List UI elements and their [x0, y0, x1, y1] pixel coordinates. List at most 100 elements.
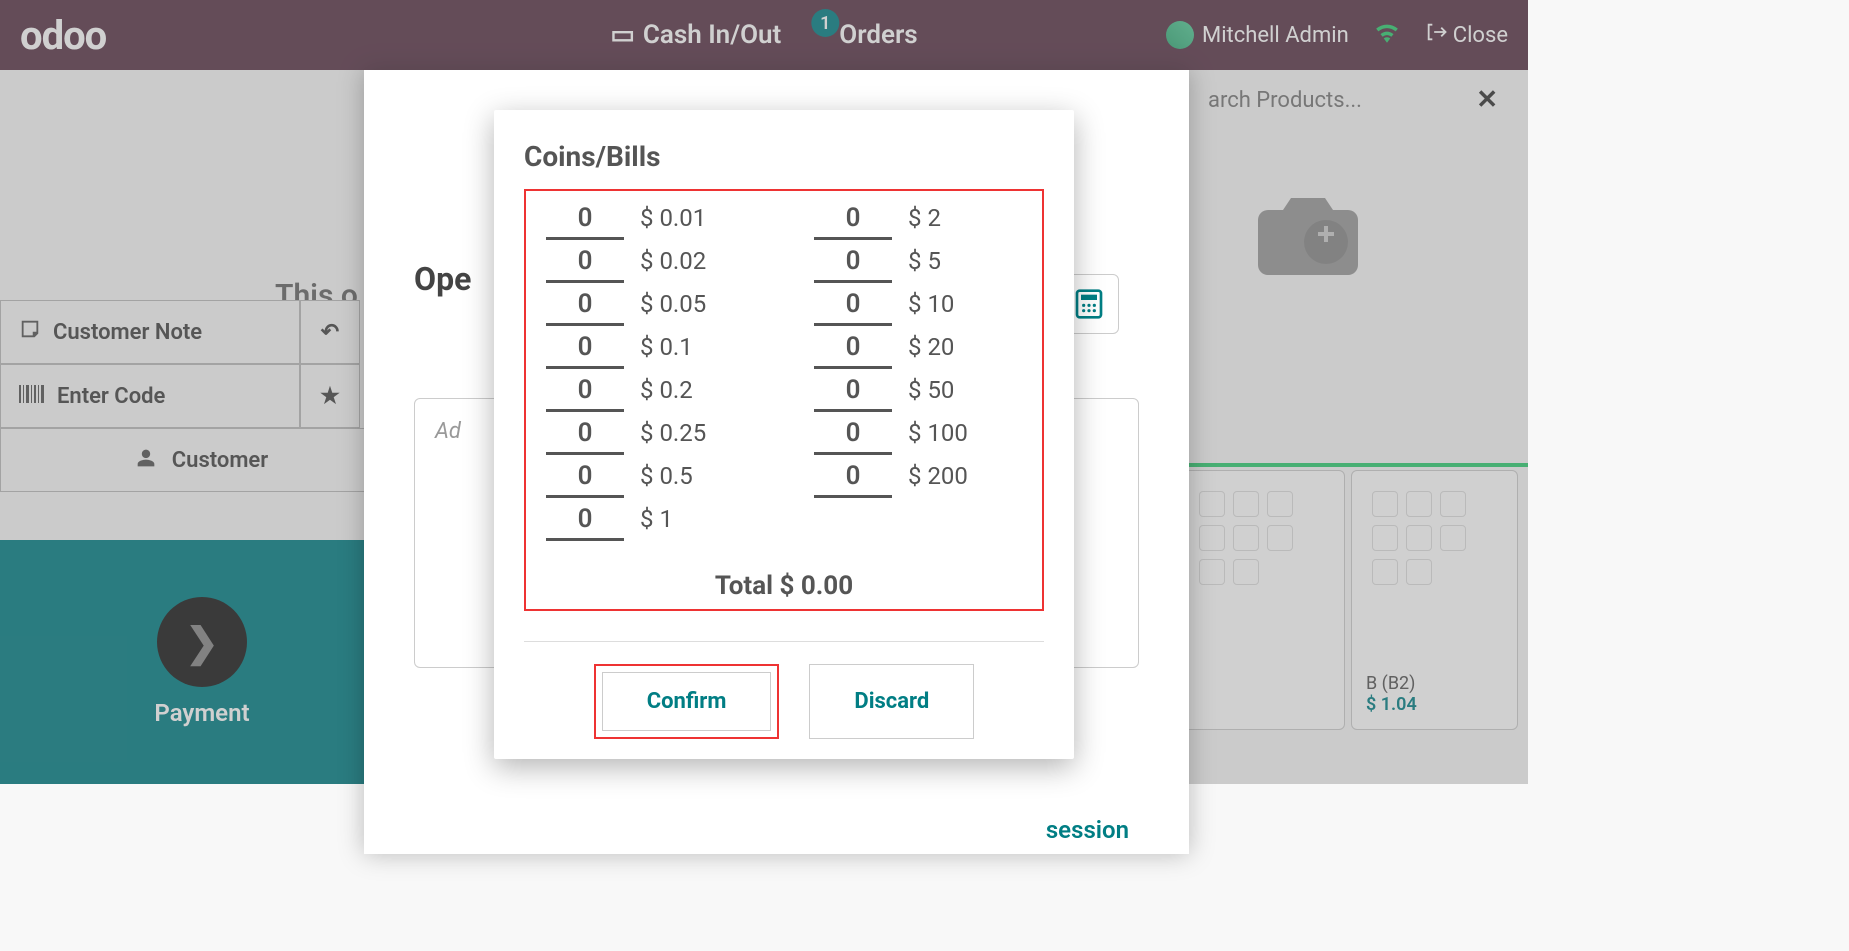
coin-count-input[interactable] — [814, 289, 892, 326]
cash-icon: ▭ — [610, 20, 635, 50]
refund-button[interactable]: ↶ — [300, 300, 360, 364]
coin-denomination-label: $ 0.25 — [640, 419, 706, 447]
coin-denomination-label: $ 0.01 — [640, 204, 706, 232]
navbar-center: ▭ Cash In/Out 1 Orders — [610, 20, 917, 50]
camera-plus-icon — [1248, 170, 1388, 290]
top-navbar: odoo ▭ Cash In/Out 1 Orders Mitchell Adm… — [0, 0, 1528, 70]
coin-denomination-label: $ 0.2 — [640, 376, 693, 404]
total-label: Total $ 0.00 — [546, 571, 1022, 601]
refund-icon: ↶ — [321, 320, 339, 345]
coin-count-input[interactable] — [814, 203, 892, 240]
coins-bills-title: Coins/Bills — [524, 140, 1044, 173]
customer-button[interactable]: Customer — [0, 428, 404, 492]
coin-count-input[interactable] — [546, 289, 624, 326]
orders-nav[interactable]: 1 Orders — [811, 20, 917, 50]
barcode-icon — [19, 384, 45, 409]
coin-denomination-label: $ 0.02 — [640, 247, 706, 275]
customer-label: Customer — [172, 448, 268, 473]
coin-denomination-label: $ 0.05 — [640, 290, 706, 318]
cash-in-out-nav[interactable]: ▭ Cash In/Out — [610, 20, 781, 50]
coin-row: $ 0.01 — [546, 203, 754, 240]
coin-row: $ 0.05 — [546, 289, 754, 326]
close-button[interactable]: Close — [1425, 21, 1508, 49]
coin-count-input[interactable] — [546, 375, 624, 412]
payment-label: Payment — [154, 699, 249, 727]
coin-count-input[interactable] — [814, 375, 892, 412]
close-icon — [1425, 21, 1447, 49]
product-card-a[interactable] — [1178, 470, 1345, 730]
highlight-box-denominations: $ 0.01 $ 0.02 $ 0.05 $ 0.1 $ 0.2 $ 0.25 $ 0.5 $… — [524, 189, 1044, 611]
product-card-b[interactable]: B (B2) $ 1.04 — [1351, 470, 1518, 730]
coin-row: $ 0.1 — [546, 332, 754, 369]
coin-count-input[interactable] — [546, 461, 624, 498]
coin-row: $ 20 — [814, 332, 1022, 369]
confirm-button[interactable]: Confirm — [602, 672, 772, 731]
coin-row: $ 0.25 — [546, 418, 754, 455]
coin-count-input[interactable] — [546, 504, 624, 541]
coin-count-input[interactable] — [814, 246, 892, 283]
note-placeholder: Ad — [435, 419, 461, 444]
cash-label: Cash In/Out — [643, 20, 781, 50]
coin-row: $ 0.2 — [546, 375, 754, 412]
user-name: Mitchell Admin — [1202, 23, 1349, 48]
product-b-price: $ 1.04 — [1366, 694, 1417, 715]
coin-denomination-label: $ 20 — [908, 333, 954, 361]
payment-button[interactable]: ❯ Payment — [0, 540, 404, 784]
accent-line — [1188, 463, 1528, 467]
highlight-box-confirm: Confirm — [594, 664, 780, 739]
coin-denomination-label: $ 200 — [908, 462, 968, 490]
coin-denomination-label: $ 100 — [908, 419, 968, 447]
coin-row: $ 1 — [546, 504, 754, 541]
customer-note-label: Customer Note — [53, 320, 202, 345]
coin-count-input[interactable] — [814, 461, 892, 498]
coin-row: $ 50 — [814, 375, 1022, 412]
coin-row: $ 200 — [814, 461, 1022, 498]
coins-bills-modal: Coins/Bills $ 0.01 $ 0.02 $ 0.05 $ 0.1 $ 0.2… — [494, 110, 1074, 759]
coin-row: $ 5 — [814, 246, 1022, 283]
coin-count-input[interactable] — [814, 332, 892, 369]
customer-note-button[interactable]: Customer Note — [0, 300, 300, 364]
coin-row: $ 0.5 — [546, 461, 754, 498]
coin-denomination-label: $ 0.5 — [640, 462, 693, 490]
open-session-button[interactable]: session — [1046, 816, 1129, 844]
product-b-name: B (B2) — [1366, 673, 1417, 694]
left-panel: Customer Note ↶ Enter Code ★ Customer — [0, 300, 404, 492]
note-icon — [19, 318, 41, 346]
coin-count-input[interactable] — [546, 418, 624, 455]
payment-circle: ❯ — [157, 597, 247, 687]
orders-badge: 1 — [811, 9, 839, 37]
coin-count-input[interactable] — [814, 418, 892, 455]
chevron-right-icon: ❯ — [185, 619, 219, 666]
coin-count-input[interactable] — [546, 203, 624, 240]
search-row: arch Products... ✕ — [1178, 70, 1528, 130]
enter-code-button[interactable]: Enter Code — [0, 364, 300, 428]
close-label: Close — [1453, 23, 1508, 48]
coin-denomination-label: $ 50 — [908, 376, 954, 404]
coin-denomination-label: $ 0.1 — [640, 333, 693, 361]
coin-row: $ 2 — [814, 203, 1022, 240]
avatar — [1166, 21, 1194, 49]
search-input-partial[interactable]: arch Products... — [1208, 88, 1362, 113]
coin-row: $ 10 — [814, 289, 1022, 326]
product-card-1[interactable] — [1248, 170, 1388, 294]
coin-denomination-label: $ 1 — [640, 505, 673, 533]
coin-denomination-label: $ 2 — [908, 204, 941, 232]
calculator-icon — [1073, 288, 1105, 320]
user-icon — [136, 447, 156, 474]
wifi-icon — [1374, 21, 1400, 49]
star-button[interactable]: ★ — [300, 364, 360, 428]
star-icon: ★ — [320, 384, 340, 409]
coin-count-input[interactable] — [546, 246, 624, 283]
orders-label: Orders — [839, 20, 917, 50]
odoo-logo: odoo — [20, 12, 106, 59]
user-section[interactable]: Mitchell Admin — [1166, 21, 1349, 49]
navbar-right: Mitchell Admin Close — [1166, 21, 1508, 49]
coin-denomination-label: $ 5 — [908, 247, 941, 275]
coin-row: $ 0.02 — [546, 246, 754, 283]
coin-count-input[interactable] — [546, 332, 624, 369]
discard-button[interactable]: Discard — [809, 664, 974, 739]
enter-code-label: Enter Code — [57, 384, 165, 409]
coin-row: $ 100 — [814, 418, 1022, 455]
clear-search-icon[interactable]: ✕ — [1476, 85, 1498, 115]
coin-denomination-label: $ 10 — [908, 290, 954, 318]
